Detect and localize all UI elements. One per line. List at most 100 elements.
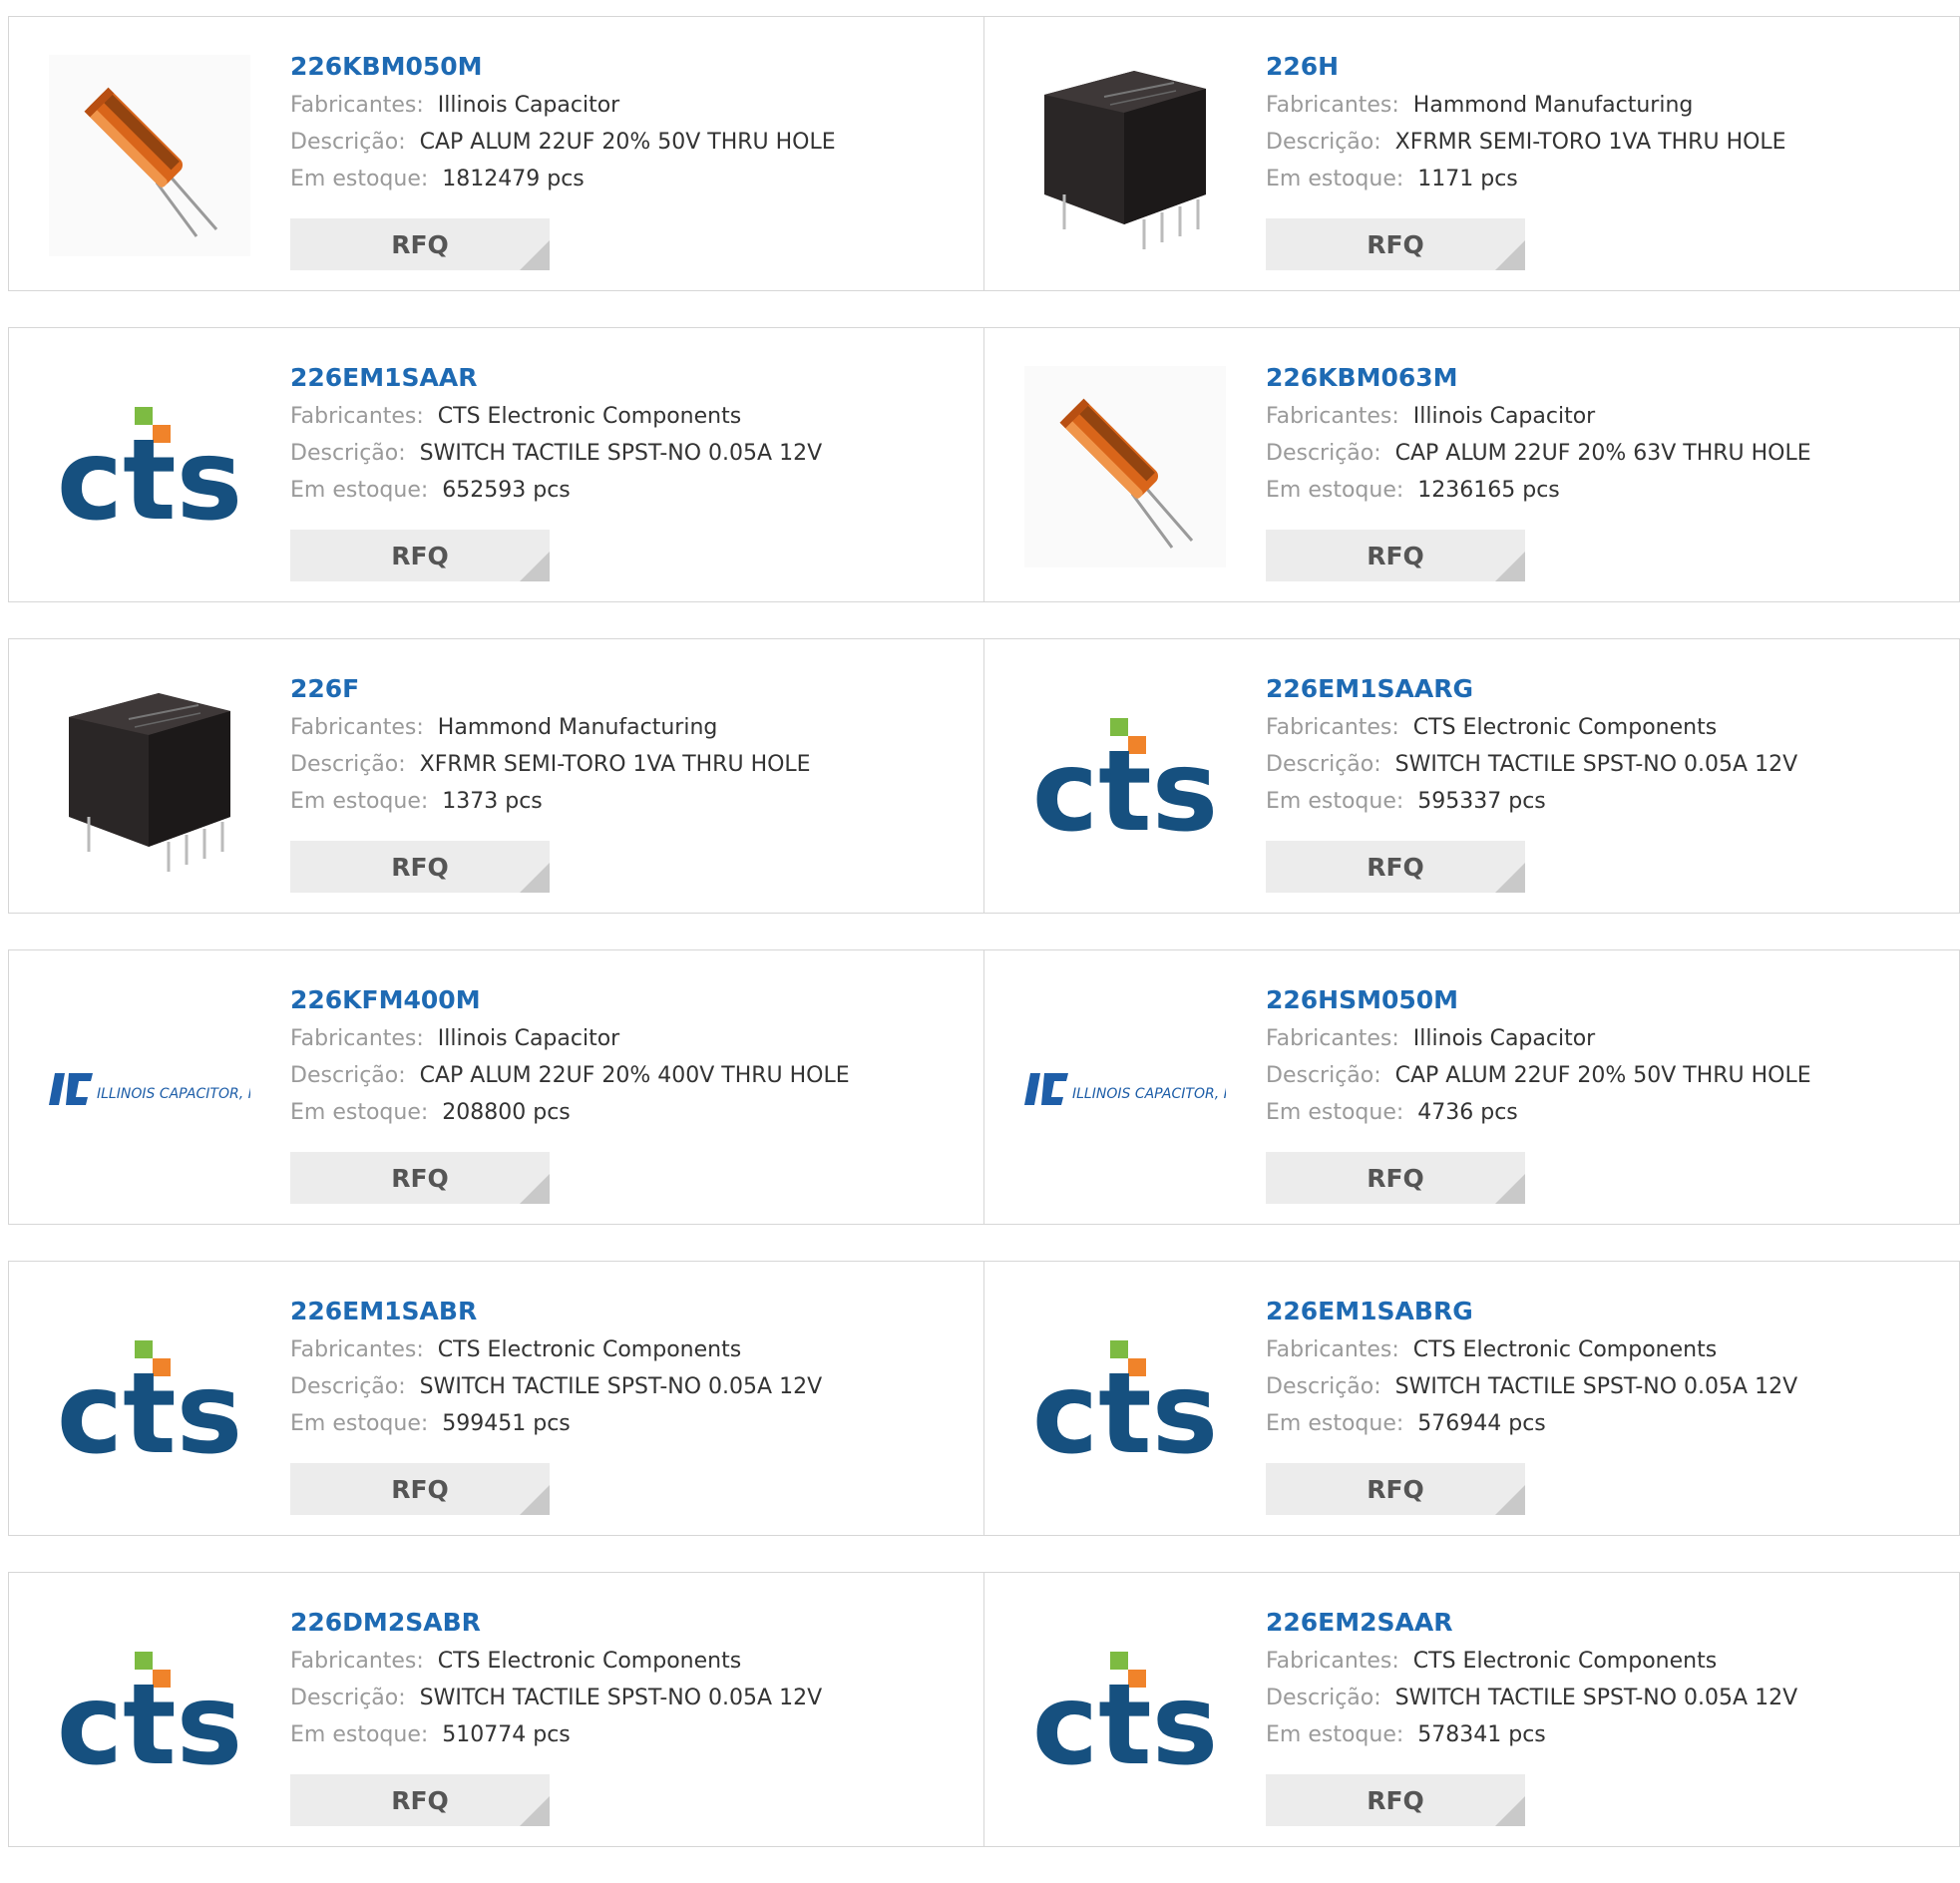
product-card: ILLINOIS CAPACITOR, INC. 226KFM400M Fabr… (8, 949, 984, 1225)
product-thumbnail[interactable]: cts (49, 366, 250, 567)
stock-label: Em estoque: (290, 478, 429, 503)
stock-value: 208800 pcs (442, 1100, 571, 1125)
rfq-corner-decoration (520, 863, 550, 893)
stock-line: Em estoque: 599451 pcs (290, 1405, 822, 1442)
part-number-link[interactable]: 226HSM050M (1266, 980, 1811, 1020)
product-info: 226EM1SABRG Fabricantes: CTS Electronic C… (1266, 1292, 1797, 1442)
product-grid: 226KBM050M Fabricantes: Illinois Capacito… (8, 16, 1960, 1883)
stock-line: Em estoque: 1236165 pcs (1266, 472, 1811, 509)
description-value: SWITCH TACTILE SPST-NO 0.05A 12V (1394, 1686, 1798, 1710)
rfq-button[interactable]: RFQ (1266, 1774, 1525, 1826)
manufacturer-label: Fabricantes: (1266, 715, 1399, 740)
rfq-label: RFQ (391, 1785, 449, 1815)
manufacturer-line: Fabricantes: CTS Electronic Components (290, 398, 822, 435)
product-thumbnail[interactable] (49, 55, 250, 256)
product-thumbnail[interactable]: ILLINOIS CAPACITOR, INC. (1024, 988, 1226, 1190)
part-number-link[interactable]: 226KBM063M (1266, 358, 1811, 398)
rfq-button[interactable]: RFQ (1266, 1463, 1525, 1515)
transformer-photo (69, 693, 230, 872)
part-number-link[interactable]: 226EM1SAAR (290, 358, 822, 398)
rfq-button[interactable]: RFQ (290, 841, 550, 893)
rfq-corner-decoration (520, 1174, 550, 1204)
rfq-button[interactable]: RFQ (1266, 530, 1525, 581)
manufacturer-label: Fabricantes: (1266, 1649, 1399, 1674)
description-label: Descrição: (290, 1374, 406, 1399)
part-number-link[interactable]: 226KBM050M (290, 47, 836, 87)
manufacturer-label: Fabricantes: (290, 1649, 424, 1674)
part-number-link[interactable]: 226KFM400M (290, 980, 850, 1020)
part-number-link[interactable]: 226F (290, 669, 811, 709)
stock-line: Em estoque: 1812479 pcs (290, 161, 836, 197)
product-card: cts 226EM1SABRG Fabricantes: CTS Electron… (984, 1261, 1960, 1536)
manufacturer-line: Fabricantes: Illinois Capacitor (1266, 1020, 1811, 1057)
part-number-link[interactable]: 226EM1SABR (290, 1292, 822, 1331)
part-number-link[interactable]: 226EM2SAAR (1266, 1603, 1797, 1643)
cts-logo: cts (57, 407, 242, 527)
rfq-button[interactable]: RFQ (290, 530, 550, 581)
stock-value: 1171 pcs (1417, 167, 1518, 191)
product-card: 226F Fabricantes: Hammond Manufacturing D… (8, 638, 984, 914)
manufacturer-label: Fabricantes: (1266, 93, 1399, 118)
manufacturer-line: Fabricantes: CTS Electronic Components (290, 1643, 822, 1680)
part-number-link[interactable]: 226H (1266, 47, 1786, 87)
description-label: Descrição: (1266, 441, 1381, 466)
product-card: cts 226EM1SAARG Fabricantes: CTS Electron… (984, 638, 1960, 914)
rfq-button[interactable]: RFQ (290, 1463, 550, 1515)
product-info: 226EM1SAAR Fabricantes: CTS Electronic Co… (290, 358, 822, 509)
manufacturer-label: Fabricantes: (1266, 1026, 1399, 1051)
manufacturer-value: CTS Electronic Components (437, 404, 742, 429)
product-card: 226H Fabricantes: Hammond Manufacturing D… (984, 16, 1960, 291)
manufacturer-line: Fabricantes: Illinois Capacitor (1266, 398, 1811, 435)
rfq-button[interactable]: RFQ (290, 218, 550, 270)
part-number-link[interactable]: 226EM1SABRG (1266, 1292, 1797, 1331)
product-thumbnail[interactable]: cts (1024, 1300, 1226, 1501)
rfq-button[interactable]: RFQ (290, 1152, 550, 1204)
description-value: SWITCH TACTILE SPST-NO 0.05A 12V (1394, 752, 1798, 777)
rfq-label: RFQ (1367, 1163, 1424, 1193)
product-thumbnail[interactable]: cts (1024, 677, 1226, 879)
manufacturer-value: CTS Electronic Components (437, 1649, 742, 1674)
product-info: 226EM1SABR Fabricantes: CTS Electronic Co… (290, 1292, 822, 1442)
manufacturer-value: CTS Electronic Components (1412, 1649, 1718, 1674)
manufacturer-line: Fabricantes: CTS Electronic Components (1266, 1331, 1797, 1368)
stock-value: 1812479 pcs (442, 167, 585, 191)
product-card: 226KBM050M Fabricantes: Illinois Capacito… (8, 16, 984, 291)
product-info: 226H Fabricantes: Hammond Manufacturing D… (1266, 47, 1786, 197)
product-thumbnail[interactable]: cts (49, 1300, 250, 1501)
cts-logo: cts (1032, 1340, 1218, 1460)
product-thumbnail[interactable] (1024, 366, 1226, 567)
svg-text:cts: cts (57, 1661, 243, 1771)
description-value: SWITCH TACTILE SPST-NO 0.05A 12V (1394, 1374, 1798, 1399)
rfq-button[interactable]: RFQ (290, 1774, 550, 1826)
stock-line: Em estoque: 1171 pcs (1266, 161, 1786, 197)
product-thumbnail[interactable]: cts (49, 1611, 250, 1812)
product-info: 226KBM050M Fabricantes: Illinois Capacito… (290, 47, 836, 197)
product-info: 226EM2SAAR Fabricantes: CTS Electronic Co… (1266, 1603, 1797, 1753)
stock-line: Em estoque: 652593 pcs (290, 472, 822, 509)
manufacturer-label: Fabricantes: (290, 715, 424, 740)
description-label: Descrição: (290, 441, 406, 466)
rfq-label: RFQ (391, 229, 449, 259)
rfq-button[interactable]: RFQ (1266, 218, 1525, 270)
description-label: Descrição: (1266, 1686, 1381, 1710)
product-thumbnail[interactable]: cts (1024, 1611, 1226, 1812)
cts-logo: cts (57, 1340, 242, 1460)
description-line: Descrição: SWITCH TACTILE SPST-NO 0.05A 1… (1266, 746, 1797, 783)
rfq-button[interactable]: RFQ (1266, 1152, 1525, 1204)
description-line: Descrição: SWITCH TACTILE SPST-NO 0.05A 1… (290, 1680, 822, 1716)
part-number-link[interactable]: 226DM2SABR (290, 1603, 822, 1643)
rfq-corner-decoration (520, 1796, 550, 1826)
product-thumbnail[interactable]: ILLINOIS CAPACITOR, INC. (49, 988, 250, 1190)
product-thumbnail[interactable] (49, 677, 250, 879)
description-value: CAP ALUM 22UF 20% 50V THRU HOLE (419, 130, 836, 155)
rfq-label: RFQ (391, 1163, 449, 1193)
description-line: Descrição: SWITCH TACTILE SPST-NO 0.05A 1… (1266, 1680, 1797, 1716)
description-value: SWITCH TACTILE SPST-NO 0.05A 12V (419, 1374, 823, 1399)
stock-line: Em estoque: 578341 pcs (1266, 1716, 1797, 1753)
product-row: 226KBM050M Fabricantes: Illinois Capacito… (8, 16, 1960, 291)
product-thumbnail[interactable] (1024, 55, 1226, 256)
stock-label: Em estoque: (290, 1411, 429, 1436)
part-number-link[interactable]: 226EM1SAARG (1266, 669, 1797, 709)
stock-value: 652593 pcs (442, 478, 571, 503)
rfq-button[interactable]: RFQ (1266, 841, 1525, 893)
